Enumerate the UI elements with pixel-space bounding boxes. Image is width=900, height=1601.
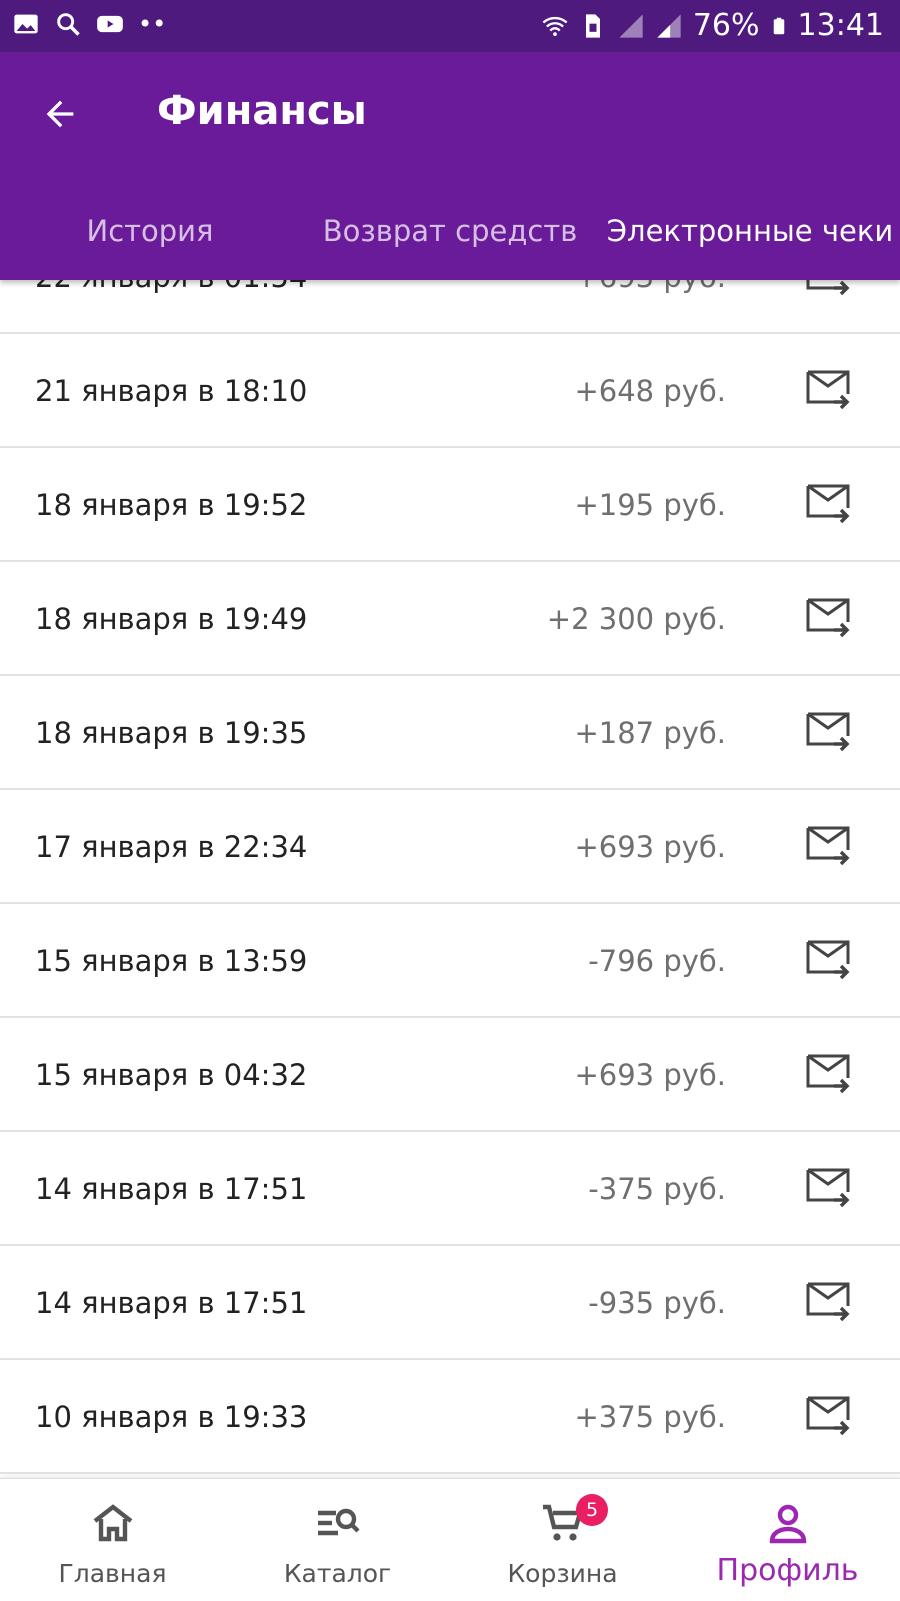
page-title: Финансы xyxy=(157,88,367,134)
nav-home-label: Главная xyxy=(58,1559,167,1588)
list-item[interactable]: 18 января в 19:35 +187 руб. xyxy=(0,676,900,790)
receipt-amount: +2 300 руб. xyxy=(546,602,726,636)
list-item[interactable]: 18 января в 19:52 +195 руб. xyxy=(0,448,900,562)
battery-icon xyxy=(773,17,784,34)
receipt-date: 10 января в 19:33 xyxy=(35,1400,308,1434)
sim-icon xyxy=(585,13,600,38)
send-mail-icon[interactable] xyxy=(804,1052,852,1096)
catalog-search-icon xyxy=(317,1508,360,1536)
send-mail-icon[interactable] xyxy=(804,482,852,526)
list-item[interactable]: 15 января в 04:32 +693 руб. xyxy=(0,1018,900,1132)
receipt-amount: +195 руб. xyxy=(574,488,726,522)
status-bar-notifications: •• xyxy=(12,10,166,38)
receipt-amount: +648 руб. xyxy=(574,374,726,408)
nav-home[interactable]: Главная xyxy=(0,1479,225,1601)
tab-history[interactable]: История xyxy=(0,182,300,280)
signal-icon-2 xyxy=(657,13,681,38)
list-item[interactable]: 14 января в 17:51 -375 руб. xyxy=(0,1132,900,1246)
arrow-back-icon xyxy=(46,100,74,128)
receipt-date: 15 января в 13:59 xyxy=(35,944,308,978)
tab-e-receipts[interactable]: Электронные чеки xyxy=(600,182,900,280)
more-notifications-icon: •• xyxy=(138,10,167,38)
send-mail-icon[interactable] xyxy=(804,710,852,754)
send-mail-icon[interactable] xyxy=(804,1280,852,1324)
youtube-icon xyxy=(97,15,123,33)
tab-refunds[interactable]: Возврат средств xyxy=(300,182,600,280)
receipt-date: 15 января в 04:32 xyxy=(35,1058,308,1092)
status-bar-system: 76% 13:41 xyxy=(541,8,884,43)
cart-badge: 5 xyxy=(576,1494,608,1526)
send-mail-icon[interactable] xyxy=(804,824,852,868)
receipt-amount: -935 руб. xyxy=(588,1286,726,1320)
profile-icon xyxy=(769,1504,806,1544)
nav-profile-label: Профиль xyxy=(716,1553,859,1588)
status-bar: •• 76% 13:41 xyxy=(0,0,900,52)
send-mail-icon[interactable] xyxy=(804,596,852,640)
receipt-amount: +375 руб. xyxy=(574,1400,726,1434)
receipt-date: 18 января в 19:49 xyxy=(35,602,308,636)
receipt-amount: -375 руб. xyxy=(588,1172,726,1206)
nav-cart[interactable]: 5 Корзина xyxy=(450,1479,675,1601)
receipts-list: 22 января в 01:54 +693 руб. 21 января в … xyxy=(0,220,900,1474)
search-icon xyxy=(57,13,80,36)
signal-icon xyxy=(619,13,643,38)
list-item[interactable]: 14 января в 17:51 -935 руб. xyxy=(0,1246,900,1360)
app-bar: Финансы История Возврат средств Электрон… xyxy=(0,52,900,280)
nav-profile[interactable]: Профиль xyxy=(675,1479,900,1601)
send-mail-icon[interactable] xyxy=(804,938,852,982)
receipt-date: 18 января в 19:35 xyxy=(35,716,308,750)
clock: 13:41 xyxy=(797,8,884,43)
wifi-icon xyxy=(542,16,568,36)
battery-percent: 76% xyxy=(692,8,760,43)
receipt-date: 14 января в 17:51 xyxy=(35,1172,308,1206)
list-item[interactable]: 17 января в 22:34 +693 руб. xyxy=(0,790,900,904)
receipt-date: 14 января в 17:51 xyxy=(35,1286,308,1320)
receipt-amount: +693 руб. xyxy=(574,1058,726,1092)
home-icon xyxy=(93,1504,132,1542)
back-button[interactable] xyxy=(28,82,92,146)
send-mail-icon[interactable] xyxy=(804,1166,852,1210)
list-item[interactable]: 21 января в 18:10 +648 руб. xyxy=(0,334,900,448)
tab-bar: История Возврат средств Электронные чеки xyxy=(0,182,900,280)
list-item[interactable]: 15 января в 13:59 -796 руб. xyxy=(0,904,900,1018)
nav-catalog-label: Каталог xyxy=(283,1559,392,1588)
send-mail-icon[interactable] xyxy=(804,368,852,412)
gallery-icon xyxy=(14,14,38,34)
receipt-amount: +187 руб. xyxy=(574,716,726,750)
bottom-navigation: Главная Каталог 5 Корзина Профиль xyxy=(0,1478,900,1601)
receipt-date: 18 января в 19:52 xyxy=(35,488,308,522)
receipt-date: 21 января в 18:10 xyxy=(35,374,308,408)
receipt-date: 17 января в 22:34 xyxy=(35,830,308,864)
receipt-amount: -796 руб. xyxy=(588,944,726,978)
list-item[interactable]: 10 января в 19:33 +375 руб. xyxy=(0,1360,900,1474)
nav-cart-label: Корзина xyxy=(507,1559,618,1588)
send-mail-icon[interactable] xyxy=(804,1394,852,1438)
receipt-amount: +693 руб. xyxy=(574,830,726,864)
list-item[interactable]: 18 января в 19:49 +2 300 руб. xyxy=(0,562,900,676)
nav-catalog[interactable]: Каталог xyxy=(225,1479,450,1601)
